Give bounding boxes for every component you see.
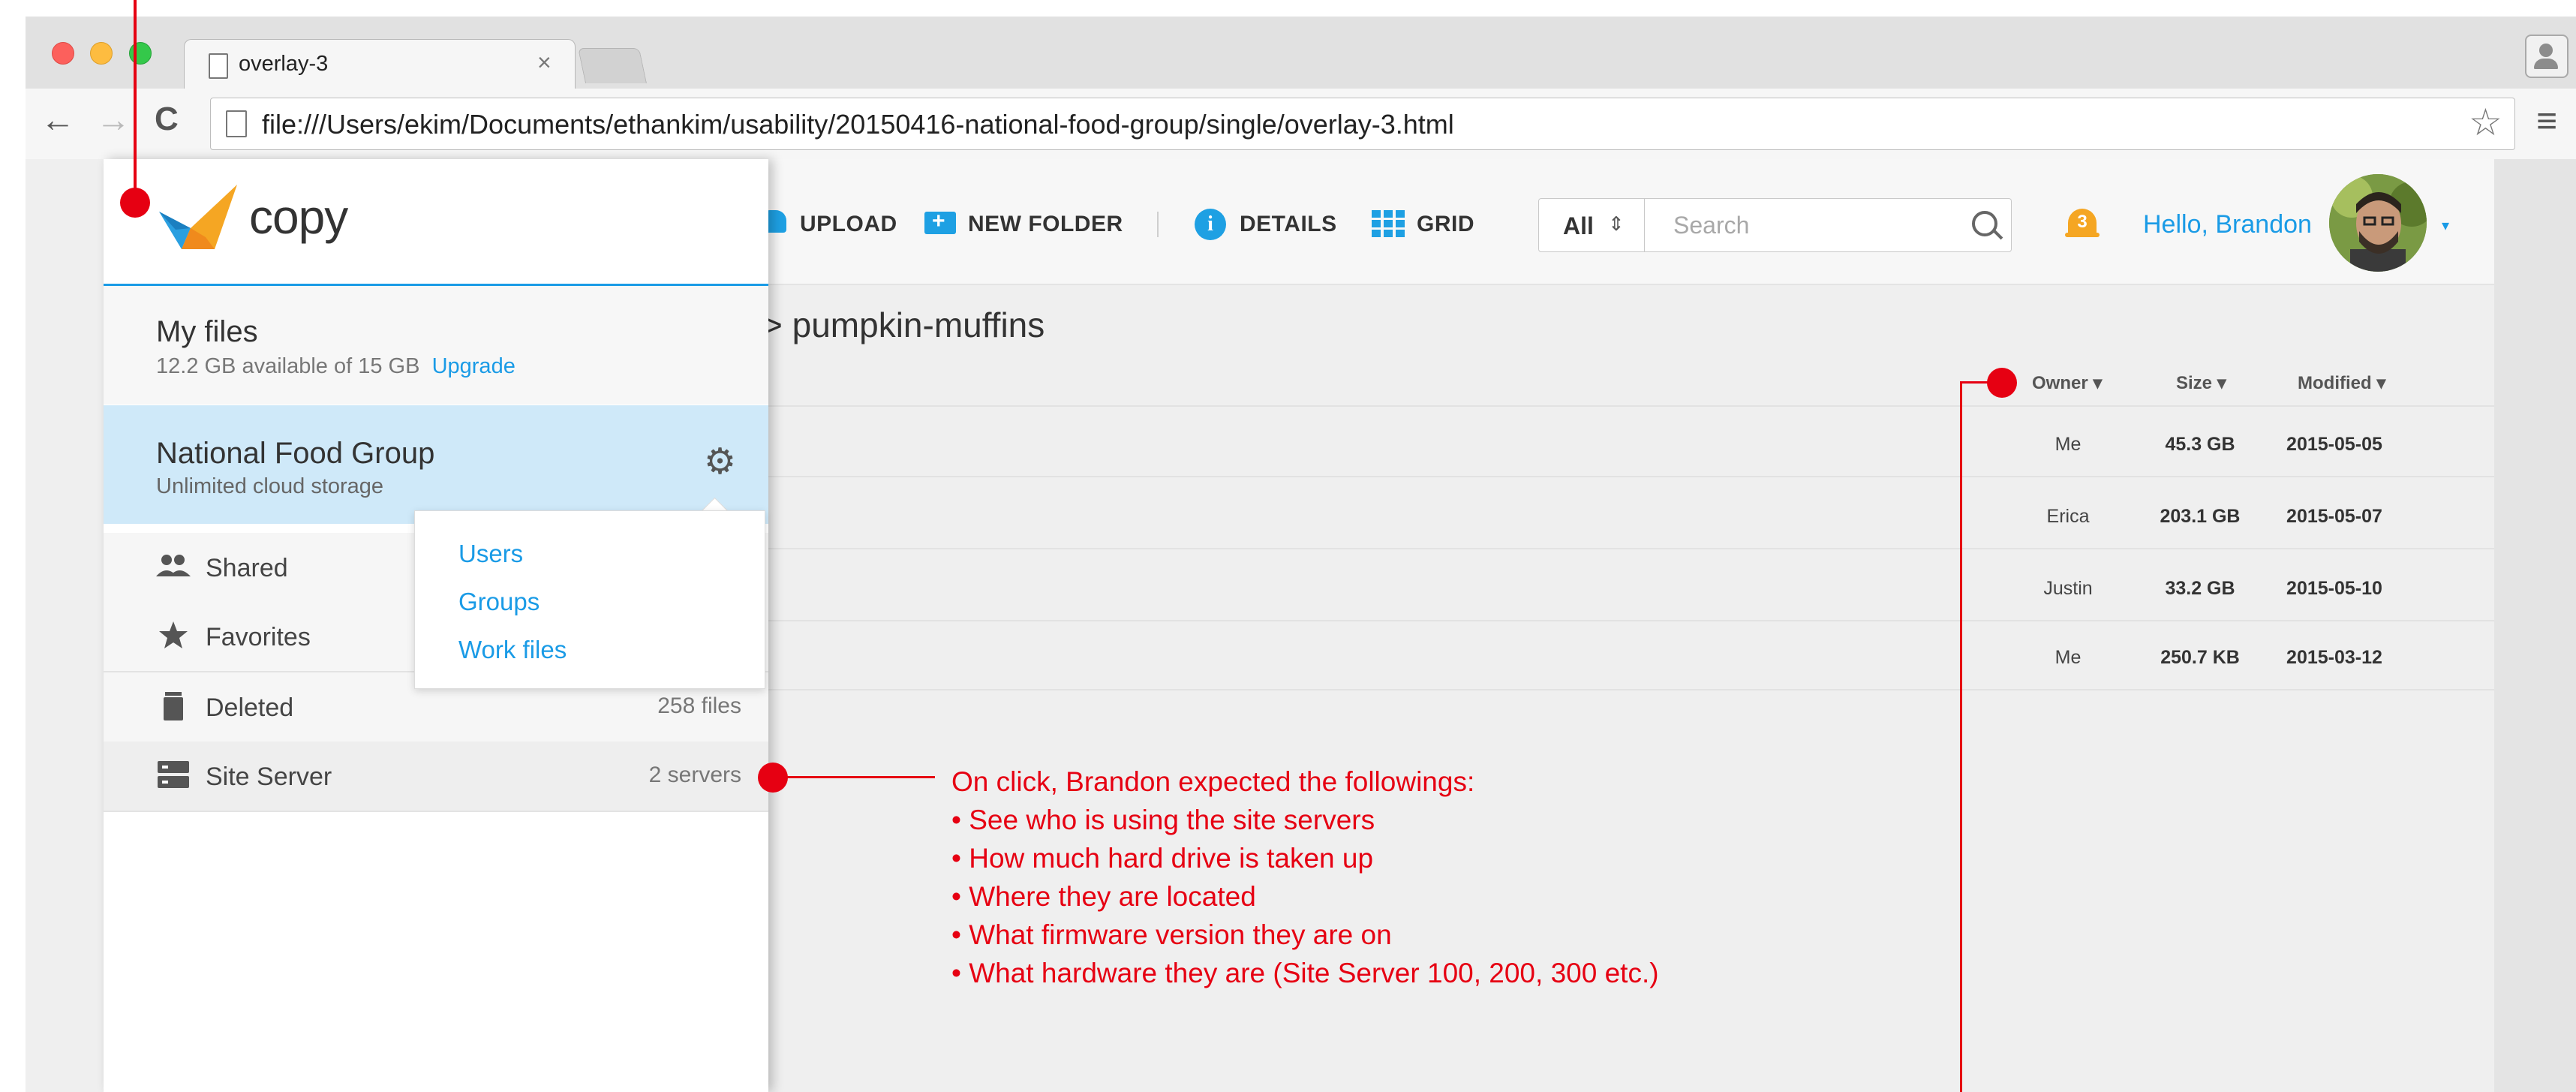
annotation-bullet: • See who is using the site servers bbox=[951, 805, 1375, 835]
logo-text[interactable]: copy bbox=[249, 189, 348, 245]
gear-icon[interactable]: ⚙ bbox=[704, 444, 736, 480]
grid-icon[interactable] bbox=[1372, 210, 1405, 237]
upload-button[interactable]: UPLOAD bbox=[800, 212, 897, 237]
menu-item-users[interactable]: Users bbox=[458, 540, 523, 568]
new-folder-icon[interactable]: + bbox=[924, 209, 956, 234]
copy-logo-icon[interactable] bbox=[159, 185, 242, 251]
search-icon[interactable] bbox=[1972, 211, 1997, 236]
annotation-bullet: • What firmware version they are on bbox=[951, 919, 1392, 950]
filter-value: All bbox=[1563, 212, 1594, 239]
storage-text: 12.2 GB available of 15 GB bbox=[156, 354, 420, 378]
sidebar-item-label: Shared bbox=[206, 554, 288, 582]
select-arrows-icon: ⇕ bbox=[1608, 212, 1625, 235]
column-header-size[interactable]: Size ▾ bbox=[2176, 372, 2226, 394]
size-cell: 250.7 KB bbox=[2160, 647, 2240, 668]
owner-cell: Me bbox=[2054, 434, 2082, 455]
sidebar-item-site-server[interactable]: Site Server 2 servers bbox=[104, 742, 768, 812]
browser-tab[interactable]: overlay-3 × bbox=[184, 39, 576, 89]
size-cell: 45.3 GB bbox=[2165, 434, 2235, 455]
group-settings-popover: Users Groups Work files bbox=[414, 510, 765, 689]
group-subtitle: Unlimited cloud storage bbox=[156, 474, 384, 498]
upgrade-link[interactable]: Upgrade bbox=[432, 354, 516, 378]
annotation-marker bbox=[120, 188, 150, 218]
owner-cell: Me bbox=[2054, 647, 2082, 668]
page-icon bbox=[209, 53, 228, 79]
breadcrumb: > pumpkin-muffins bbox=[762, 305, 1045, 344]
tab-close-icon[interactable]: × bbox=[537, 49, 552, 77]
search-box bbox=[1645, 198, 2012, 252]
sidebar-item-count: 258 files bbox=[657, 693, 741, 718]
column-header-modified[interactable]: Modified ▾ bbox=[2298, 372, 2385, 394]
details-button[interactable]: DETAILS bbox=[1240, 212, 1337, 237]
row-divider bbox=[765, 548, 2494, 549]
menu-item-groups[interactable]: Groups bbox=[458, 588, 540, 616]
filter-select[interactable]: All ⇕ bbox=[1538, 198, 1645, 252]
modified-cell: 2015-05-05 bbox=[2286, 434, 2382, 455]
owner-cell: Erica bbox=[2046, 506, 2090, 527]
notification-bell-icon[interactable]: 3 bbox=[2065, 206, 2100, 242]
trash-icon bbox=[156, 690, 191, 720]
column-header-owner[interactable]: Owner ▾ bbox=[2032, 372, 2102, 394]
row-divider bbox=[765, 476, 2494, 477]
toolbar-divider bbox=[1157, 212, 1159, 237]
row-divider bbox=[765, 689, 2494, 690]
storage-info: 12.2 GB available of 15 GB Upgrade bbox=[156, 354, 516, 379]
sidebar-item-count: 2 servers bbox=[648, 763, 741, 787]
people-icon bbox=[156, 551, 191, 581]
modified-cell: 2015-03-12 bbox=[2286, 647, 2382, 668]
server-icon bbox=[156, 760, 191, 790]
annotation-note: On click, Brandon expected the following… bbox=[951, 763, 1659, 992]
sidebar-item-label: Site Server bbox=[206, 763, 332, 791]
new-tab-button[interactable] bbox=[578, 48, 647, 83]
row-divider bbox=[765, 405, 2494, 407]
bookmark-star-icon[interactable]: ☆ bbox=[2469, 101, 2502, 144]
modified-cell: 2015-05-07 bbox=[2286, 506, 2382, 527]
page-icon bbox=[226, 110, 247, 137]
owner-cell: Justin bbox=[2043, 578, 2093, 599]
annotation-bullet: • Where they are located bbox=[951, 881, 1256, 912]
user-greeting[interactable]: Hello, Brandon bbox=[2143, 210, 2312, 239]
maximize-window-button[interactable] bbox=[129, 42, 152, 65]
sidebar-item-label: Favorites bbox=[206, 623, 311, 651]
group-title[interactable]: National Food Group bbox=[156, 437, 434, 471]
annotation-bullet: • How much hard drive is taken up bbox=[951, 843, 1374, 874]
profile-icon[interactable] bbox=[2525, 35, 2568, 78]
row-divider bbox=[765, 620, 2494, 621]
info-icon[interactable]: i bbox=[1195, 209, 1226, 240]
page-gutter bbox=[2494, 159, 2576, 1092]
new-folder-button[interactable]: NEW FOLDER bbox=[968, 212, 1123, 237]
annotation-bullet: • What hardware they are (Site Server 10… bbox=[951, 958, 1659, 988]
annotation-marker bbox=[1987, 368, 2017, 398]
annotation-line bbox=[134, 0, 137, 200]
star-icon bbox=[156, 620, 191, 650]
menu-item-work-files[interactable]: Work files bbox=[458, 636, 567, 664]
grid-view-button[interactable]: GRID bbox=[1417, 212, 1474, 237]
browser-menu-icon[interactable]: ≡ bbox=[2536, 101, 2557, 142]
user-menu-caret-icon[interactable]: ▾ bbox=[2442, 216, 2449, 235]
annotation-heading: On click, Brandon expected the following… bbox=[951, 766, 1475, 797]
avatar[interactable] bbox=[2329, 174, 2427, 272]
size-cell: 33.2 GB bbox=[2165, 578, 2235, 599]
annotation-line bbox=[780, 776, 935, 778]
my-files-title[interactable]: My files bbox=[156, 315, 258, 349]
reload-icon[interactable]: C bbox=[155, 101, 179, 138]
url-text[interactable]: file:///Users/ekim/Documents/ethankim/us… bbox=[262, 109, 1454, 140]
modified-cell: 2015-05-10 bbox=[2286, 578, 2382, 599]
annotation-line bbox=[1960, 381, 1990, 384]
close-window-button[interactable] bbox=[52, 42, 74, 65]
notification-count: 3 bbox=[2077, 212, 2088, 232]
forward-arrow-icon[interactable]: → bbox=[96, 99, 131, 140]
minimize-window-button[interactable] bbox=[90, 42, 113, 65]
search-input[interactable] bbox=[1672, 209, 1945, 241]
tab-title: overlay-3 bbox=[239, 52, 329, 76]
sidebar-item-label: Deleted bbox=[206, 693, 294, 722]
size-cell: 203.1 GB bbox=[2160, 506, 2241, 527]
annotation-line bbox=[1960, 381, 1962, 1092]
address-bar[interactable]: file:///Users/ekim/Documents/ethankim/us… bbox=[210, 98, 2515, 150]
back-arrow-icon[interactable]: ← bbox=[41, 99, 75, 140]
